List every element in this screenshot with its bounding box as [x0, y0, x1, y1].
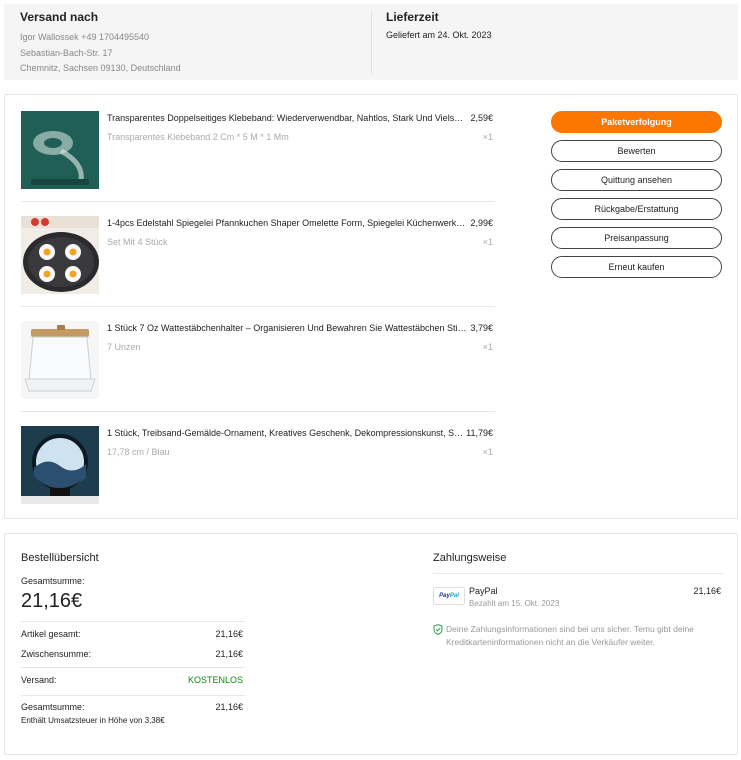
security-note: Deine Zahlungsinformationen sind bei uns… [433, 623, 723, 649]
items-total-row: Artikel gesamt: 21,16€ [21, 624, 245, 644]
item-variant: Transparentes Klebeband 2 Cm * 5 M * 1 M… [107, 132, 289, 142]
paypal-logo-text-pay: Pay [439, 593, 450, 599]
subtotal-row: Zwischensumme: 21,16€ [21, 644, 245, 664]
payment-amount: 21,16€ [693, 586, 721, 596]
product-image-cotton-holder[interactable] [21, 321, 99, 399]
item-title[interactable]: 1 Stück, Treibsand-Gemälde-Ornament, Kre… [107, 428, 467, 438]
order-summary-panel: Bestellübersicht Gesamtsumme: 21,16€ Art… [4, 533, 738, 755]
item-price: 2,59€ [470, 113, 493, 123]
total-amount: 21,16€ [21, 590, 83, 612]
delivery-status: Geliefert am 24. Okt. 2023 [386, 30, 492, 40]
return-refund-button[interactable]: Rückgabe/Erstattung [551, 198, 722, 220]
delivery-block: Lieferzeit Geliefert am 24. Okt. 2023 [386, 10, 492, 40]
item-quantity: ×1 [482, 447, 493, 457]
item-quantity: ×1 [482, 342, 493, 352]
product-image-tape[interactable] [21, 111, 99, 189]
item-variant: Set Mit 4 Stück [107, 237, 168, 247]
item-divider [21, 411, 495, 412]
items-total-label: Artikel gesamt: [21, 629, 81, 639]
delivery-title: Lieferzeit [386, 10, 439, 24]
summary-divider [21, 621, 245, 622]
recipient-name-phone: Igor Wallossek +49 1704495540 [20, 32, 150, 42]
order-item[interactable]: 1 Stück 7 Oz Wattestäbchenhalter – Organ… [21, 321, 495, 419]
item-price: 2,99€ [470, 218, 493, 228]
payment-title: Zahlungsweise [433, 552, 507, 564]
product-image-sand-art[interactable] [21, 426, 99, 504]
item-variant: 7 Unzen [107, 342, 141, 352]
item-title[interactable]: 1-4pcs Edelstahl Spiegelei Pfannkuchen S… [107, 218, 467, 228]
shipping-header: Versand nach Igor Wallossek +49 17044955… [4, 4, 738, 80]
shipping-cost-value: KOSTENLOS [187, 675, 243, 685]
subtotal-label: Zwischensumme: [21, 649, 92, 659]
item-divider [21, 201, 495, 202]
shipping-title: Versand nach [20, 10, 99, 24]
payment-row: PayPal PayPal Bezahlt am 15. Okt. 2023 2… [433, 574, 723, 614]
item-price: 11,79€ [466, 428, 493, 438]
product-image-egg-shaper[interactable] [21, 216, 99, 294]
order-item[interactable]: 1 Stück, Treibsand-Gemälde-Ornament, Kre… [21, 426, 495, 524]
payment-date: Bezahlt am 15. Okt. 2023 [469, 599, 560, 608]
total-label: Gesamtsumme: [21, 576, 85, 586]
item-title[interactable]: Transparentes Doppelseitiges Klebeband: … [107, 113, 467, 123]
items-total-value: 21,16€ [215, 629, 243, 639]
review-button[interactable]: Bewerten [551, 140, 722, 162]
item-quantity: ×1 [482, 132, 493, 142]
grand-total-label: Gesamtsumme: [21, 702, 85, 712]
address-street: Sebastian-Bach-Str. 17 [20, 47, 113, 58]
payment-method-name: PayPal [469, 586, 498, 596]
summary-divider [21, 667, 245, 668]
grand-total-row: Gesamtsumme: 21,16€ [21, 700, 245, 714]
item-quantity: ×1 [482, 237, 493, 247]
summary-title: Bestellübersicht [21, 552, 99, 564]
item-title[interactable]: 1 Stück 7 Oz Wattestäbchenhalter – Organ… [107, 323, 467, 333]
payment-method: Zahlungsweise PayPal PayPal Bezahlt am 1… [433, 552, 723, 649]
item-divider [21, 306, 495, 307]
buy-again-button[interactable]: Erneut kaufen [551, 256, 722, 278]
subtotal-value: 21,16€ [215, 649, 243, 659]
order-summary: Bestellübersicht Gesamtsumme: 21,16€ Art… [21, 552, 245, 725]
paypal-logo-icon: PayPal [433, 587, 465, 605]
order-item[interactable]: 1-4pcs Edelstahl Spiegelei Pfannkuchen S… [21, 216, 495, 314]
shield-check-icon [433, 624, 443, 635]
order-items-panel: Transparentes Doppelseitiges Klebeband: … [4, 94, 738, 519]
tax-note: Enthält Umsatzsteuer in Höhe von 3,38€ [21, 716, 165, 725]
security-note-text: Deine Zahlungsinformationen sind bei uns… [446, 624, 694, 647]
item-price: 3,79€ [470, 323, 493, 333]
shipping-address-block: Versand nach Igor Wallossek +49 17044955… [20, 10, 181, 77]
grand-total-value: 21,16€ [215, 702, 243, 712]
summary-divider [21, 695, 245, 696]
shipping-cost-label: Versand: [21, 675, 57, 685]
track-package-button[interactable]: Paketverfolgung [551, 111, 722, 133]
item-variant: 17,78 cm / Blau [107, 447, 170, 457]
paypal-logo-text-pal: Pal [449, 593, 459, 599]
price-adjustment-button[interactable]: Preisanpassung [551, 227, 722, 249]
shipping-row: Versand: KOSTENLOS [21, 670, 245, 690]
view-receipt-button[interactable]: Quittung ansehen [551, 169, 722, 191]
address-city: Chemnitz, Sachsen 09130, Deutschland [20, 63, 181, 73]
header-divider [371, 10, 372, 74]
order-item[interactable]: Transparentes Doppelseitiges Klebeband: … [21, 111, 495, 209]
order-actions: Paketverfolgung Bewerten Quittung ansehe… [551, 111, 723, 285]
